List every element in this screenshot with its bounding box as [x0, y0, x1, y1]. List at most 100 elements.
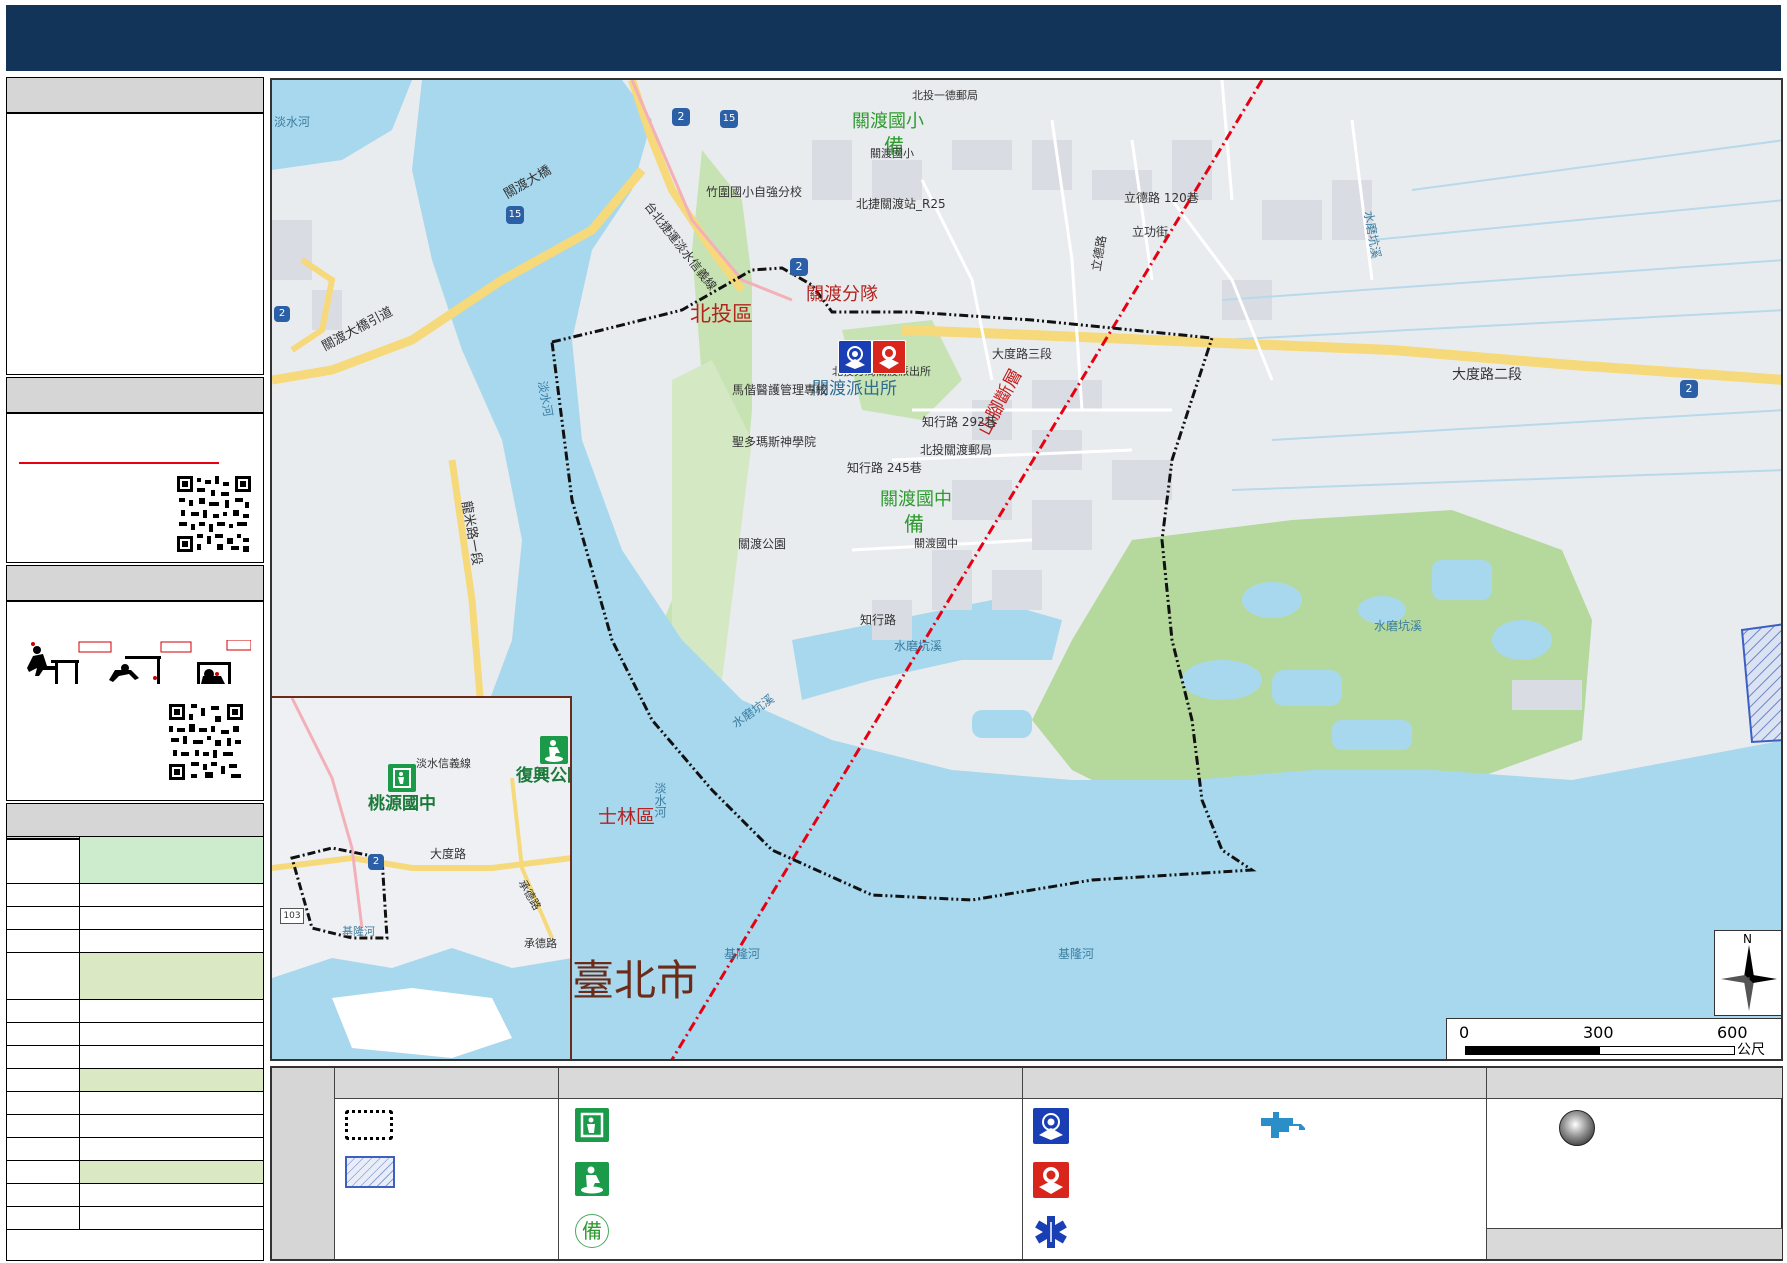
water-label: 水磨坑溪 — [1374, 619, 1423, 633]
qr-code[interactable] — [177, 476, 251, 552]
backup-shelter-icon: 備 — [904, 512, 924, 536]
panel-header — [7, 566, 263, 602]
poi-label: 北捷關渡站_R25 — [856, 197, 946, 211]
scale-segment — [1465, 1046, 1599, 1055]
legend-footer-cell — [1487, 1228, 1782, 1259]
table-cell — [6, 1206, 80, 1230]
legend-title-cell — [272, 1068, 335, 1259]
table-cell — [79, 1114, 264, 1138]
road-label: 大度路三段 — [992, 347, 1053, 361]
water-label: 基隆河 — [1058, 947, 1095, 961]
table-cell — [79, 883, 264, 907]
hatched-area-icon — [345, 1156, 395, 1188]
table-cell — [79, 836, 264, 884]
table-cell — [6, 1068, 80, 1092]
route-shield: 15 — [720, 110, 738, 128]
poi-label: 竹圍國小自強分校 — [706, 185, 803, 199]
school-label: 關渡國中 — [880, 489, 952, 510]
route-shield: 2 — [672, 108, 690, 126]
legend-column-header — [559, 1068, 1023, 1099]
scale-segment — [1599, 1046, 1735, 1055]
table-cell — [79, 952, 264, 1000]
table-cell — [6, 1045, 80, 1069]
contact-table — [6, 836, 264, 1230]
water-label: 基隆河 — [724, 947, 761, 961]
table-cell — [79, 1137, 264, 1161]
drop-cover-hold-icon — [27, 640, 251, 684]
fire-station-icon[interactable] — [872, 340, 906, 374]
scale-tick: 0 — [1459, 1023, 1470, 1042]
poi-label: 北投關渡郵局 — [920, 443, 993, 457]
panel-header — [7, 378, 263, 414]
poi-label: 馬偕醫護管理專校 — [732, 383, 829, 397]
road-label: 知行路 — [860, 613, 897, 627]
table-cell — [79, 1206, 264, 1230]
police-unit-label: 關渡分隊 — [806, 284, 878, 305]
road-label: 知行路 292巷 — [922, 415, 997, 429]
city-label: 臺北市 — [572, 956, 699, 1005]
shelter-outdoor-icon — [575, 1162, 609, 1196]
table-cell — [79, 929, 264, 953]
police-icon[interactable] — [838, 340, 872, 374]
inset-label: 大度路 — [430, 847, 467, 861]
scale-tick: 600 — [1717, 1023, 1748, 1042]
inset-label: 基隆河 — [342, 925, 375, 938]
north-arrow: N — [1714, 930, 1781, 1016]
route-shield: 2 — [1680, 380, 1698, 398]
table-cell — [79, 1045, 264, 1069]
route-shield: 15 — [506, 206, 524, 224]
table-cell — [6, 883, 80, 907]
sidebar-panel-earthquake-safety — [6, 565, 264, 801]
table-cell — [79, 1068, 264, 1092]
table-cell — [6, 906, 80, 930]
medical-icon — [1033, 1214, 1069, 1250]
boundary-dashed-icon — [345, 1110, 393, 1140]
road-label: 大度路二段 — [1452, 367, 1522, 383]
map-canvas[interactable]: 北投區 士林區 臺北市 關渡分隊 關渡派出所 關渡國小 關渡國中 備 備 山腳斷… — [270, 78, 1783, 1061]
shelter-outdoor-icon[interactable] — [540, 736, 568, 764]
panel-header — [7, 78, 263, 114]
shelter-indoor-icon — [575, 1108, 609, 1142]
table-cell — [79, 1022, 264, 1046]
table-cell — [79, 1091, 264, 1115]
table-cell — [6, 952, 80, 1000]
road-label: 立功街 — [1132, 225, 1169, 239]
legend-column-header — [1023, 1068, 1487, 1099]
route-shield: 2 — [790, 258, 808, 276]
inset-map: 桃源國中 復興公園 大度路 承德路 承德路 淡水信義線 基隆河 2 103 — [272, 696, 572, 1059]
poi-label: 聖多瑪斯神學院 — [732, 435, 817, 449]
legend-column — [334, 1068, 559, 1259]
table-cell — [6, 1160, 80, 1184]
table-cell — [6, 929, 80, 953]
scale-unit: 公尺 — [1737, 1042, 1765, 1058]
table-cell — [79, 1183, 264, 1207]
dot-icon — [1559, 1110, 1595, 1146]
legend-column-header — [1487, 1068, 1782, 1099]
district-label: 士林區 — [598, 806, 656, 828]
table-cell — [6, 836, 80, 884]
fault-line-sample — [19, 462, 219, 464]
table-cell — [6, 1091, 80, 1115]
school-label: 關渡國小 — [852, 111, 924, 132]
shelter-indoor-icon[interactable] — [388, 764, 416, 792]
legend-column — [1486, 1068, 1782, 1259]
legend-panel: 備 — [270, 1066, 1783, 1261]
road-label: 知行路 245巷 — [847, 461, 922, 475]
sidebar-panel-fault-info — [6, 377, 264, 563]
panel-header — [7, 804, 263, 840]
backup-shelter-icon: 備 — [575, 1214, 609, 1248]
table-cell — [6, 1137, 80, 1161]
inset-label: 復興公園 — [516, 766, 570, 786]
scale-tick: 300 — [1583, 1023, 1614, 1042]
table-cell — [6, 999, 80, 1023]
legend-column — [1022, 1068, 1487, 1259]
police-icon — [1033, 1108, 1069, 1144]
district-label: 北投區 — [690, 302, 753, 326]
title-bar — [6, 5, 1781, 71]
sidebar-panel-intro — [6, 77, 264, 375]
route-shield: 2 — [368, 854, 384, 870]
qr-code[interactable] — [169, 704, 243, 780]
road-label: 立德路 120巷 — [1124, 191, 1199, 205]
table-cell — [6, 1114, 80, 1138]
table-cell — [79, 999, 264, 1023]
